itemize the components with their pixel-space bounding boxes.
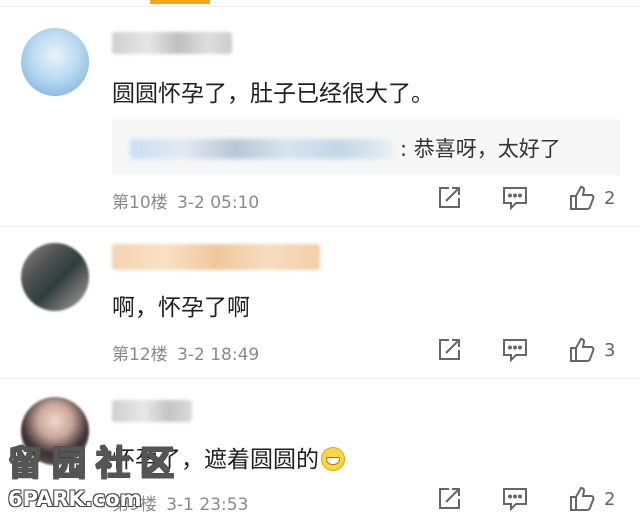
comment-divider	[0, 378, 640, 379]
thumbs-up-icon	[570, 486, 595, 511]
comment-icon	[503, 488, 527, 512]
reply-button[interactable]	[501, 185, 529, 211]
reply-button[interactable]	[501, 337, 529, 363]
share-button[interactable]	[436, 486, 462, 512]
comment-text: 啊，怀孕了啊	[112, 295, 250, 321]
reply-quote[interactable]: : 恭喜呀，太好了	[112, 119, 620, 175]
share-icon	[439, 187, 460, 208]
like-button[interactable]: 2	[568, 184, 615, 212]
top-accent-strip	[150, 0, 210, 4]
share-button[interactable]	[436, 185, 462, 211]
like-count: 2	[604, 488, 616, 510]
like-button[interactable]: 3	[568, 336, 615, 364]
share-icon	[439, 488, 460, 509]
like-count: 3	[604, 339, 616, 361]
username-blurred[interactable]	[112, 32, 232, 54]
grin-emoji-icon	[321, 446, 345, 471]
thumbs-up-icon	[570, 337, 595, 362]
timestamp: 3-2 18:49	[177, 345, 260, 365]
timestamp: 3-2 05:10	[177, 193, 260, 213]
watermark: 留园社区 6PARK.com	[7, 436, 184, 511]
share-icon	[439, 339, 460, 360]
avatar[interactable]	[21, 28, 89, 96]
floor-number: 第12楼	[112, 345, 168, 365]
thumbs-up-icon	[570, 185, 595, 210]
watermark-cn: 留园社区	[7, 443, 184, 485]
username-blurred[interactable]	[112, 244, 320, 270]
avatar[interactable]	[21, 243, 89, 311]
comment-icon	[503, 187, 527, 211]
comment-text: 圆圆怀孕了，肚子已经很大了。	[112, 81, 434, 107]
like-count: 2	[604, 187, 616, 209]
like-button[interactable]: 2	[568, 485, 615, 513]
top-divider	[0, 6, 640, 7]
comment-divider	[0, 226, 640, 227]
comment-meta: 第10楼 3-2 05:10	[112, 188, 259, 213]
watermark-en: 6PARK.com	[8, 487, 142, 511]
floor-number: 第10楼	[112, 193, 168, 213]
username-blurred[interactable]	[112, 400, 192, 422]
reply-text: : 恭喜呀，太好了	[400, 137, 561, 161]
comment-icon	[503, 339, 527, 363]
reply-button[interactable]	[501, 486, 529, 512]
reply-username-blurred	[130, 139, 392, 159]
share-button[interactable]	[436, 337, 462, 363]
comment-meta: 第12楼 3-2 18:49	[112, 340, 259, 365]
